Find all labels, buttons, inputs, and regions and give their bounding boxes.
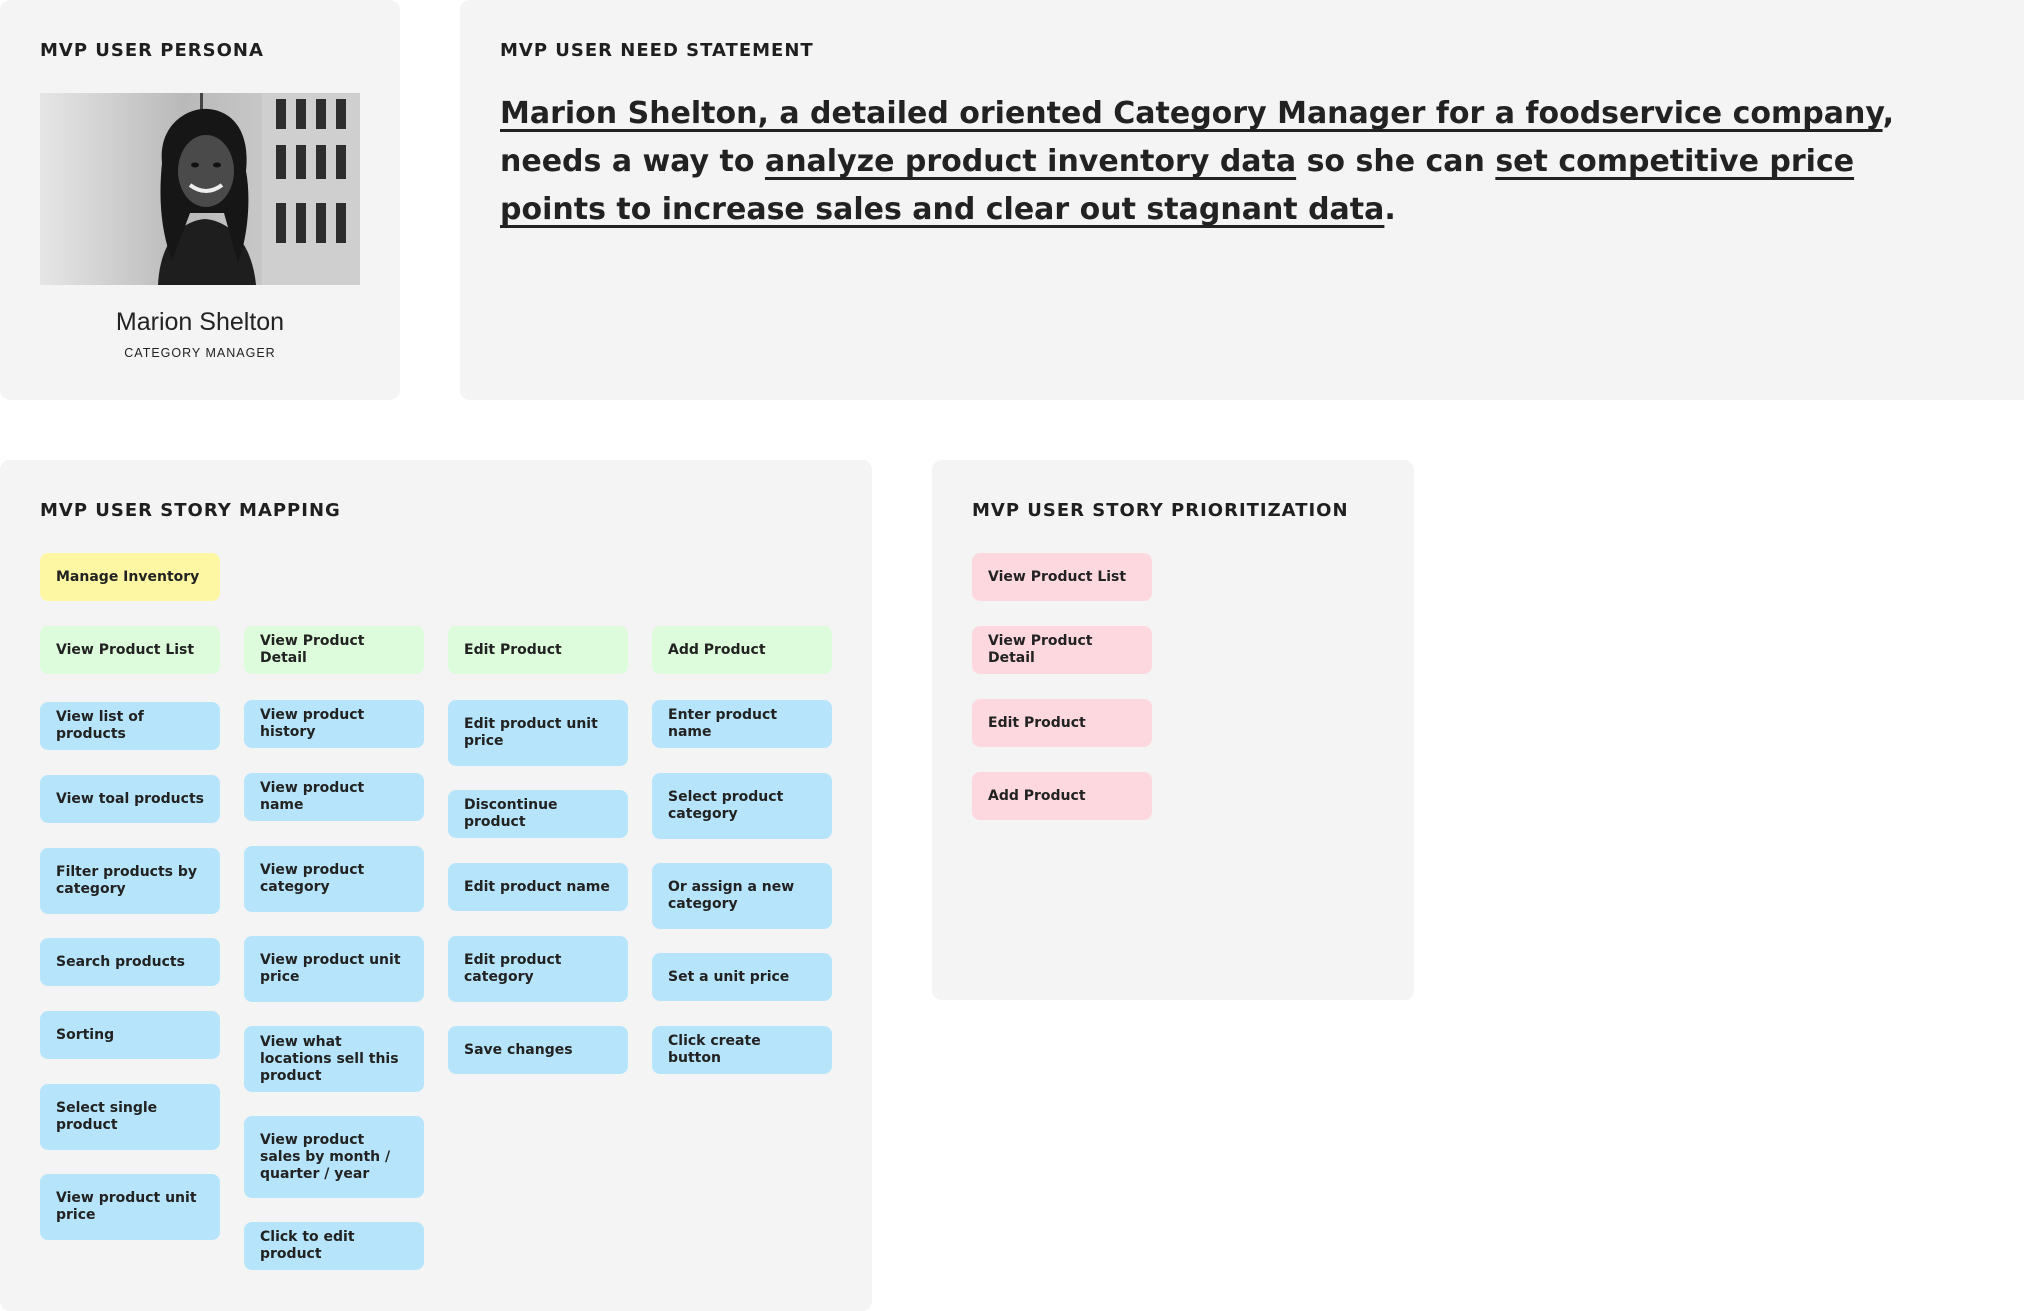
activity-sticky[interactable]: Add Product <box>652 626 832 674</box>
need-statement-persona: Marion Shelton, a detailed oriented Cate… <box>500 96 1883 131</box>
story-sticky[interactable]: Select product category <box>652 773 832 839</box>
story-sticky[interactable]: View product unit price <box>244 936 424 1002</box>
story-sticky[interactable]: Sorting <box>40 1011 220 1059</box>
need-statement-text: Marion Shelton, a detailed oriented Cate… <box>500 90 1970 234</box>
story-sticky[interactable]: Select single product <box>40 1084 220 1150</box>
story-sticky[interactable]: Search products <box>40 938 220 986</box>
story-sticky[interactable]: Edit product category <box>448 936 628 1002</box>
activity-sticky[interactable]: View Product List <box>40 626 220 674</box>
story-prioritization-panel: MVP USER STORY PRIORITIZATION View Produ… <box>932 460 1414 1000</box>
need-statement-title: MVP USER NEED STATEMENT <box>500 40 814 61</box>
story-sticky[interactable]: Or assign a new category <box>652 863 832 929</box>
story-sticky[interactable]: Edit product name <box>448 863 628 911</box>
story-sticky[interactable]: Discontinue product <box>448 790 628 838</box>
persona-panel: MVP USER PERSONA Marion Shelton CATEGORY… <box>0 0 400 400</box>
story-sticky[interactable]: View toal products <box>40 775 220 823</box>
story-sticky[interactable]: Set a unit price <box>652 953 832 1001</box>
priority-sticky[interactable]: View Product List <box>972 553 1152 601</box>
story-sticky[interactable]: View list of products <box>40 702 220 750</box>
story-sticky[interactable]: View product unit price <box>40 1174 220 1240</box>
story-sticky[interactable]: Filter products by category <box>40 848 220 914</box>
persona-role: CATEGORY MANAGER <box>124 346 276 360</box>
story-mapping-title: MVP USER STORY MAPPING <box>40 500 341 521</box>
activity-sticky[interactable]: Edit Product <box>448 626 628 674</box>
story-sticky[interactable]: Edit product unit price <box>448 700 628 766</box>
epic-sticky[interactable]: Manage Inventory <box>40 553 220 601</box>
story-sticky[interactable]: View product history <box>244 700 424 748</box>
story-sticky[interactable]: View what locations sell this product <box>244 1026 424 1092</box>
need-statement-period: . <box>1384 192 1396 227</box>
persona-name: Marion Shelton <box>115 308 285 336</box>
persona-title: MVP USER PERSONA <box>40 40 264 61</box>
story-sticky[interactable]: Enter product name <box>652 700 832 748</box>
story-sticky[interactable]: Click to edit product <box>244 1222 424 1270</box>
need-statement-panel: MVP USER NEED STATEMENT Marion Shelton, … <box>460 0 2024 400</box>
story-sticky[interactable]: View product category <box>244 846 424 912</box>
priority-sticky[interactable]: View Product Detail <box>972 626 1152 674</box>
need-statement-connector: so she can <box>1296 144 1496 179</box>
need-statement-need: analyze product inventory data <box>764 144 1297 179</box>
story-sticky[interactable]: View product name <box>244 773 424 821</box>
story-sticky[interactable]: View product sales by month / quarter / … <box>244 1116 424 1198</box>
persona-photo <box>40 93 360 285</box>
story-prioritization-title: MVP USER STORY PRIORITIZATION <box>972 500 1349 521</box>
priority-sticky[interactable]: Add Product <box>972 772 1152 820</box>
priority-sticky[interactable]: Edit Product <box>972 699 1152 747</box>
story-sticky[interactable]: Click create button <box>652 1026 832 1074</box>
story-mapping-panel: MVP USER STORY MAPPING Manage Inventory … <box>0 460 872 1311</box>
activity-sticky[interactable]: View Product Detail <box>244 626 424 674</box>
story-sticky[interactable]: Save changes <box>448 1026 628 1074</box>
